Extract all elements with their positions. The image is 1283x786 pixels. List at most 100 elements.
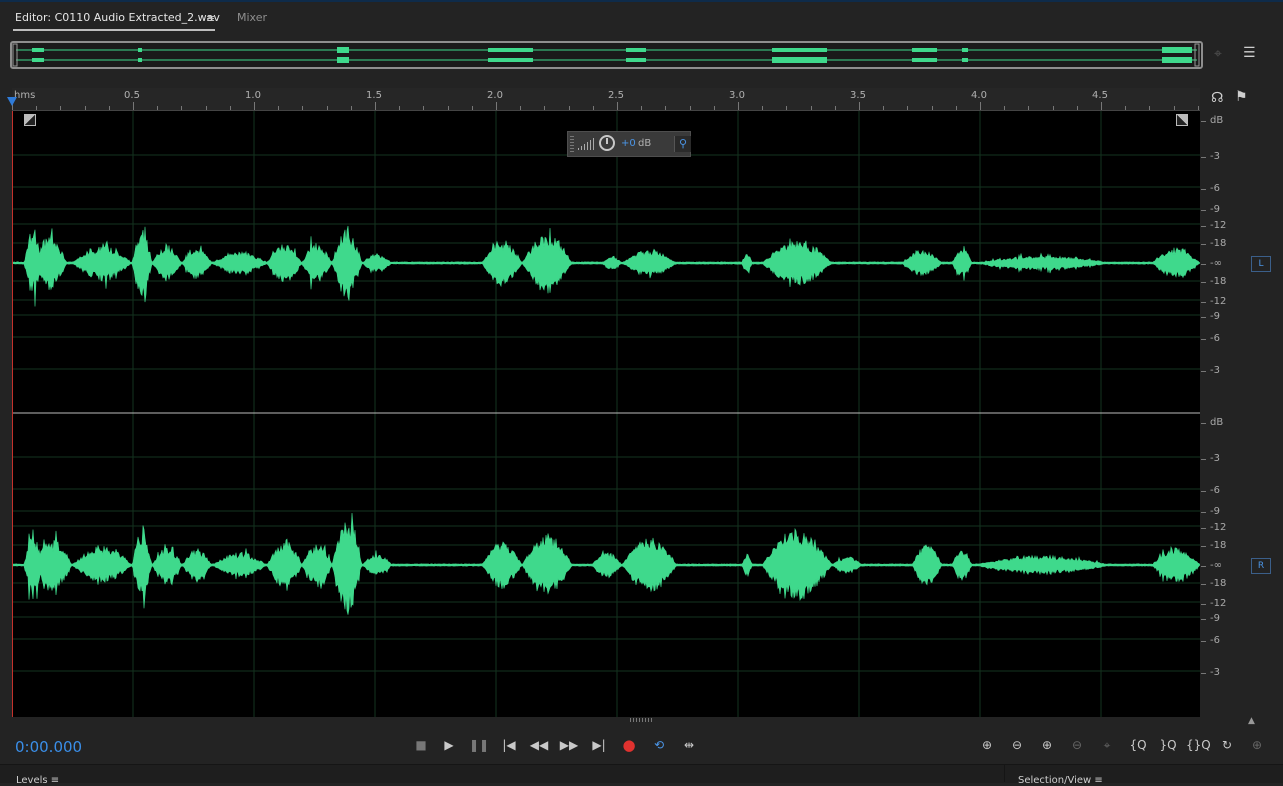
go-to-end-button[interactable]: ▶| xyxy=(588,735,610,755)
volume-meter-icon xyxy=(578,138,594,150)
fade-out-handle-icon[interactable] xyxy=(1176,114,1188,126)
ruler-label: 3.5 xyxy=(850,90,866,101)
ruler-tick xyxy=(931,106,933,110)
fast-forward-button[interactable]: ▶▶ xyxy=(558,735,580,755)
db-tick xyxy=(1201,317,1206,318)
ruler-label: 4.5 xyxy=(1092,90,1108,101)
right-channel-badge[interactable]: R xyxy=(1251,558,1271,574)
db-label: -6 xyxy=(1210,183,1220,194)
scroll-up-icon[interactable]: ▲ xyxy=(1248,716,1255,726)
hamburger-icon[interactable]: ≡ xyxy=(206,12,215,25)
db-label: -18 xyxy=(1210,578,1227,589)
amplitude-hud[interactable]: +0 dB ⚲ xyxy=(567,131,691,157)
db-label: -6 xyxy=(1210,635,1220,646)
db-label: -3 xyxy=(1210,453,1220,464)
time-ruler[interactable]: hms 0.5 1.0 1.5 2.0 2.5 3.0 3.5 4.0 4.5 xyxy=(12,88,1200,111)
db-label: dB xyxy=(1210,417,1224,428)
hud-drag-handle[interactable] xyxy=(570,136,574,152)
timecode-display[interactable]: 0:00.000 xyxy=(15,738,82,756)
ruler-tick xyxy=(1149,106,1151,110)
db-tick xyxy=(1201,157,1206,158)
skip-selection-button[interactable]: ⇹ xyxy=(678,735,700,755)
zoom-all-selected-button[interactable]: ⊕ xyxy=(1245,735,1269,755)
overview-waveform xyxy=(12,43,1200,67)
ruler-tick xyxy=(786,106,788,110)
zoom-in-amplitude-button[interactable]: ⊕ xyxy=(975,735,999,755)
db-tick xyxy=(1201,189,1206,190)
zoom-to-selection-icon[interactable]: ⌖ xyxy=(1214,46,1222,62)
ruler-tick xyxy=(108,106,110,110)
ruler-tick xyxy=(762,106,764,110)
selection-view-menu-icon[interactable]: ≡ xyxy=(1094,775,1102,786)
hud-volume-value[interactable]: +0 xyxy=(621,138,636,149)
play-button[interactable]: ▶ xyxy=(438,735,460,755)
tab-editor[interactable]: Editor: C0110 Audio Extracted_2.wav xyxy=(15,11,220,24)
left-channel-badge[interactable]: L xyxy=(1251,256,1271,272)
list-icon[interactable]: ☰ xyxy=(1243,45,1256,61)
db-label: -∞ xyxy=(1210,258,1222,269)
selection-view-panel-title[interactable]: Selection/View ≡ xyxy=(1018,775,1103,786)
stop-button[interactable]: ■ xyxy=(410,735,432,755)
db-label: -18 xyxy=(1210,238,1227,249)
ruler-tick xyxy=(278,106,280,110)
zoom-reset-button[interactable]: ↻ xyxy=(1215,735,1239,755)
ruler-tick xyxy=(1101,102,1102,110)
zoom-in-at-in-point-button[interactable]: {Q xyxy=(1126,735,1150,755)
go-to-start-button[interactable]: |◀ xyxy=(498,735,520,755)
ruler-tick xyxy=(568,106,570,110)
levels-menu-icon[interactable]: ≡ xyxy=(51,775,59,786)
db-label: -18 xyxy=(1210,276,1227,287)
db-tick xyxy=(1201,641,1206,642)
zoom-in-time-button[interactable]: ⊕ xyxy=(1035,735,1059,755)
overview-navigator[interactable] xyxy=(10,41,1203,69)
zoom-out-time-button[interactable]: ⊖ xyxy=(1065,735,1089,755)
db-label: -3 xyxy=(1210,365,1220,376)
waveform-display[interactable] xyxy=(12,111,1200,717)
resize-grip[interactable] xyxy=(630,718,654,722)
db-tick xyxy=(1201,528,1206,529)
fade-in-handle-icon[interactable] xyxy=(24,114,36,126)
zoom-out-amplitude-button[interactable]: ⊖ xyxy=(1005,735,1029,755)
ruler-tick xyxy=(1076,106,1078,110)
ruler-tick xyxy=(60,106,62,110)
ruler-tick xyxy=(496,102,497,110)
ruler-tick xyxy=(859,102,860,110)
ruler-tick xyxy=(181,106,183,110)
playhead[interactable] xyxy=(12,111,13,717)
waveform-left-channel xyxy=(12,225,1200,307)
ruler-tick xyxy=(883,106,885,110)
db-tick xyxy=(1201,546,1206,547)
db-tick xyxy=(1201,244,1206,245)
db-label: -18 xyxy=(1210,540,1227,551)
pin-icon[interactable]: ⚲ xyxy=(674,136,691,152)
playhead-handle[interactable] xyxy=(7,97,17,106)
ruler-tick xyxy=(205,106,207,110)
db-label: -12 xyxy=(1210,522,1227,533)
headphones-icon[interactable]: ☊ xyxy=(1211,90,1223,106)
zoom-to-selection-button[interactable]: {}Q xyxy=(1186,735,1211,755)
zoom-out-full-button[interactable]: ⌖ xyxy=(1095,735,1119,755)
ruler-tick xyxy=(980,102,981,110)
db-label: -6 xyxy=(1210,485,1220,496)
loop-button[interactable]: ⟲ xyxy=(648,735,670,755)
ruler-tick xyxy=(810,106,812,110)
db-tick xyxy=(1201,371,1206,372)
db-label: -9 xyxy=(1210,311,1220,322)
pause-button[interactable]: ❚❚ xyxy=(468,735,490,755)
volume-knob[interactable] xyxy=(599,135,615,151)
ruler-tick xyxy=(1197,106,1199,110)
levels-panel-title[interactable]: Levels ≡ xyxy=(16,775,59,786)
ruler-tick xyxy=(326,106,328,110)
db-label: -9 xyxy=(1210,613,1220,624)
ruler-tick xyxy=(133,102,134,110)
marker-icon[interactable]: ⚑ xyxy=(1235,89,1248,105)
ruler-tick xyxy=(834,106,836,110)
ruler-tick xyxy=(157,106,159,110)
tab-mixer[interactable]: Mixer xyxy=(237,11,267,24)
rewind-button[interactable]: ◀◀ xyxy=(528,735,550,755)
ruler-tick xyxy=(738,102,739,110)
record-button[interactable]: ● xyxy=(618,735,640,755)
zoom-in-at-out-point-button[interactable]: }Q xyxy=(1156,735,1180,755)
db-tick xyxy=(1201,491,1206,492)
ruler-tick xyxy=(592,106,594,110)
